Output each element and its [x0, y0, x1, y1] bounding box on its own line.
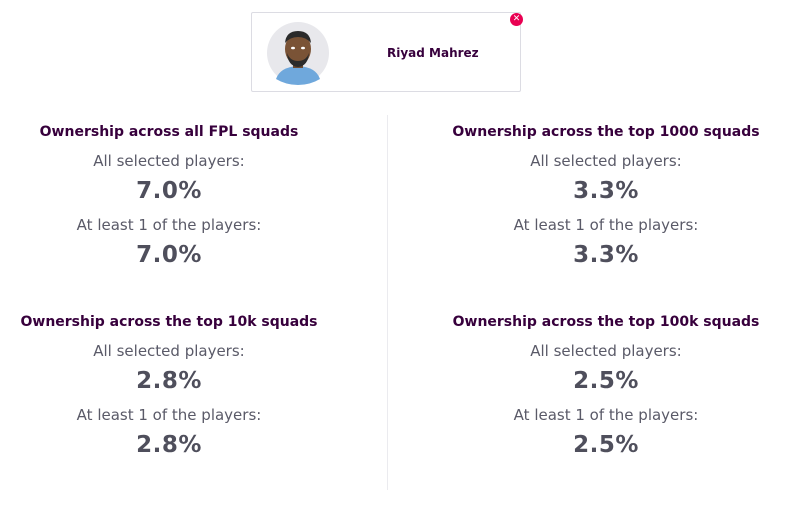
block-title: Ownership across the top 100k squads [452, 314, 760, 330]
ownership-top-10k: Ownership across the top 10k squads All … [0, 312, 339, 460]
all-selected-value: 3.3% [573, 178, 639, 204]
all-selected-value: 2.5% [573, 368, 639, 394]
at-least-one-value: 2.8% [136, 432, 202, 458]
column-divider [387, 115, 388, 490]
at-least-one-label: At least 1 of the players: [513, 406, 699, 424]
all-selected-label: All selected players: [93, 342, 245, 360]
all-selected-label: All selected players: [530, 152, 682, 170]
player-card: Riyad Mahrez ✕ [251, 12, 523, 92]
all-selected-label: All selected players: [93, 152, 245, 170]
player-name: Riyad Mahrez [387, 46, 479, 60]
all-selected-value: 2.8% [136, 368, 202, 394]
at-least-one-label: At least 1 of the players: [513, 216, 699, 234]
ownership-top-100k: Ownership across the top 100k squads All… [436, 312, 776, 460]
at-least-one-value: 7.0% [136, 242, 202, 268]
at-least-one-value: 2.5% [573, 432, 639, 458]
close-icon[interactable]: ✕ [510, 13, 523, 26]
player-avatar [266, 21, 330, 85]
block-title: Ownership across the top 1000 squads [452, 124, 760, 140]
ownership-top-1000: Ownership across the top 1000 squads All… [436, 122, 776, 270]
block-title: Ownership across the top 10k squads [20, 314, 318, 330]
ownership-all-squads: Ownership across all FPL squads All sele… [0, 122, 339, 270]
all-selected-value: 7.0% [136, 178, 202, 204]
at-least-one-label: At least 1 of the players: [76, 406, 262, 424]
at-least-one-value: 3.3% [573, 242, 639, 268]
at-least-one-label: At least 1 of the players: [76, 216, 262, 234]
all-selected-label: All selected players: [530, 342, 682, 360]
block-title: Ownership across all FPL squads [39, 124, 299, 140]
